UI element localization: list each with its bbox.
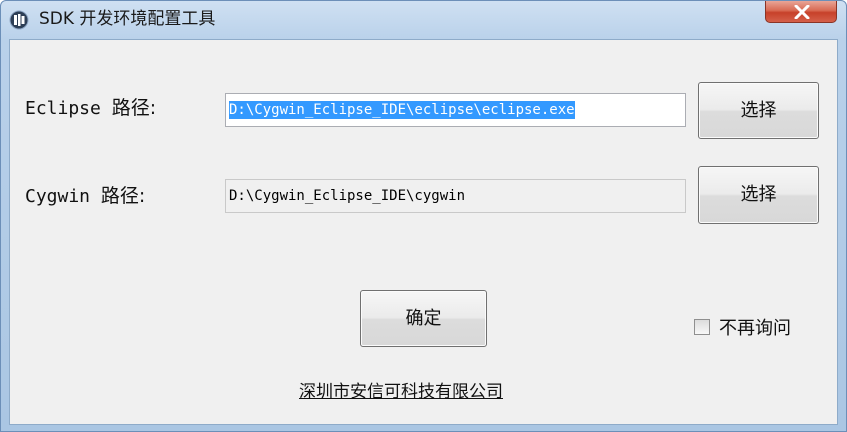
eclipse-label-suffix: 路径:: [111, 97, 157, 119]
cygwin-path-value: D:\Cygwin_Eclipse_IDE\cygwin: [229, 188, 466, 204]
cygwin-label-suffix: 路径:: [100, 185, 146, 207]
dont-ask-label[interactable]: 不再询问: [719, 314, 791, 340]
eclipse-path-value: D:\Cygwin_Eclipse_IDE\eclipse\eclipse.ex…: [229, 101, 575, 119]
eclipse-browse-button[interactable]: 选择: [698, 82, 819, 139]
cygwin-browse-button[interactable]: 选择: [698, 166, 819, 224]
app-icon: [9, 10, 29, 30]
eclipse-path-input[interactable]: D:\Cygwin_Eclipse_IDE\eclipse\eclipse.ex…: [225, 93, 686, 127]
client-area: Eclipse 路径: D:\Cygwin_Eclipse_IDE\eclips…: [9, 39, 838, 425]
company-link[interactable]: 深圳市安信可科技有限公司: [299, 377, 503, 402]
dialog-window: SDK 开发环境配置工具 Eclipse 路径: D:\Cygwin_Eclip…: [0, 0, 847, 432]
title-bar[interactable]: SDK 开发环境配置工具: [1, 1, 846, 39]
ok-button[interactable]: 确定: [360, 290, 487, 347]
cygwin-label-prefix: Cygwin: [25, 186, 91, 207]
dont-ask-checkbox[interactable]: [694, 319, 710, 335]
cygwin-path-input[interactable]: D:\Cygwin_Eclipse_IDE\cygwin: [225, 179, 686, 213]
close-button[interactable]: [765, 1, 837, 23]
cygwin-path-label: Cygwin 路径:: [25, 184, 145, 209]
close-icon: [794, 5, 810, 19]
window-title: SDK 开发环境配置工具: [39, 9, 216, 29]
eclipse-path-label: Eclipse 路径:: [25, 96, 156, 121]
eclipse-label-prefix: Eclipse: [25, 98, 101, 119]
